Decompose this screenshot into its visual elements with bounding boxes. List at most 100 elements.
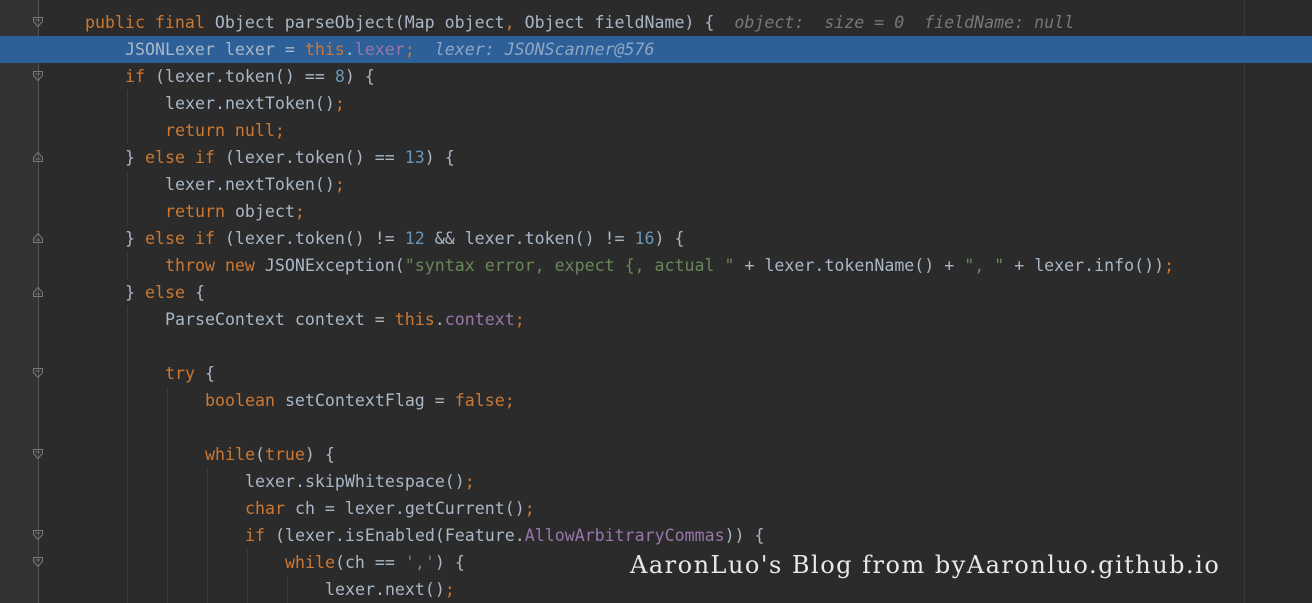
indent-guide: [127, 90, 128, 144]
code-token: )) {: [724, 526, 765, 545]
code-line[interactable]: return object;: [0, 198, 1312, 225]
code-token: ;: [334, 94, 345, 113]
code-text: return null;: [165, 117, 285, 144]
fold-expand-icon[interactable]: [33, 17, 43, 27]
code-token: .: [344, 40, 355, 59]
code-line[interactable]: [0, 414, 1312, 441]
code-token: throw new: [165, 256, 265, 275]
code-token: 12: [404, 229, 425, 248]
code-token: .: [434, 310, 445, 329]
code-line[interactable]: return null;: [0, 117, 1312, 144]
code-text: } else if (lexer.token() != 12 && lexer.…: [125, 225, 685, 252]
code-token: + lexer.tokenName() +: [734, 256, 965, 275]
fold-collapse-icon[interactable]: [33, 233, 43, 243]
code-token: ;: [404, 40, 415, 59]
code-token: }: [125, 229, 145, 248]
code-token: (lexer.isEnabled(Feature.: [274, 526, 525, 545]
code-token: ) {: [424, 148, 455, 167]
indent-guide: [127, 171, 128, 225]
indent-guide: [167, 387, 168, 603]
code-token: char: [245, 499, 295, 518]
code-token: else if: [144, 229, 225, 248]
code-token: ) {: [344, 67, 375, 86]
code-line[interactable]: } else if (lexer.token() != 12 && lexer.…: [0, 225, 1312, 252]
code-token: 16: [634, 229, 655, 248]
indent-guide: [287, 576, 288, 603]
code-token: try: [165, 364, 205, 383]
code-line[interactable]: boolean setContextFlag = false;: [0, 387, 1312, 414]
code-token: }: [125, 148, 145, 167]
code-token: + lexer.info()): [1004, 256, 1165, 275]
code-token: (lexer.token() !=: [224, 229, 405, 248]
code-line[interactable]: lexer.nextToken();: [0, 90, 1312, 117]
indent-guide: [247, 549, 248, 603]
code-token: ;: [334, 175, 345, 194]
code-token: else if: [144, 148, 225, 167]
code-token: {: [204, 364, 215, 383]
code-line[interactable]: } else {: [0, 279, 1312, 306]
code-token: AllowArbitraryCommas: [524, 526, 725, 545]
code-token: && lexer.token() !=: [424, 229, 635, 248]
code-line[interactable]: [0, 333, 1312, 360]
code-token: ,: [504, 13, 515, 32]
code-area[interactable]: public final Object parseObject(Map obje…: [0, 9, 1312, 603]
code-token: lexer: [354, 40, 405, 59]
code-line[interactable]: char ch = lexer.getCurrent();: [0, 495, 1312, 522]
code-line[interactable]: if (lexer.token() == 8) {: [0, 63, 1312, 90]
code-line[interactable]: throw new JSONException("syntax error, e…: [0, 252, 1312, 279]
code-text: if (lexer.isEnabled(Feature.AllowArbitra…: [245, 522, 765, 549]
code-token: ;: [514, 310, 525, 329]
code-token: (: [254, 445, 265, 464]
code-token: ) {: [434, 553, 465, 572]
code-line[interactable]: ParseContext context = this.context;: [0, 306, 1312, 333]
code-token: ;: [1164, 256, 1175, 275]
fold-expand-icon[interactable]: [33, 368, 43, 378]
code-token: if: [245, 526, 275, 545]
code-line[interactable]: if (lexer.isEnabled(Feature.AllowArbitra…: [0, 522, 1312, 549]
code-editor[interactable]: public final Object parseObject(Map obje…: [0, 0, 1312, 603]
code-line[interactable]: lexer.skipWhitespace();: [0, 468, 1312, 495]
fold-expand-icon[interactable]: [33, 530, 43, 540]
code-text: while(true) {: [205, 441, 335, 468]
code-token: while: [205, 445, 255, 464]
code-line[interactable]: lexer.nextToken();: [0, 171, 1312, 198]
code-token: ParseContext context =: [165, 310, 395, 329]
code-line[interactable]: public final Object parseObject(Map obje…: [0, 9, 1312, 36]
code-token: ;: [524, 499, 535, 518]
indent-guide: [127, 306, 128, 603]
code-token: lexer.skipWhitespace(): [245, 472, 465, 491]
code-text: } else if (lexer.token() == 13) {: [125, 144, 455, 171]
fold-expand-icon[interactable]: [33, 449, 43, 459]
code-token: public final: [85, 13, 215, 32]
code-token: lexer.next(): [325, 580, 445, 599]
code-line[interactable]: } else if (lexer.token() == 13) {: [0, 144, 1312, 171]
fold-collapse-icon[interactable]: [33, 152, 43, 162]
code-line-current[interactable]: JSONLexer lexer = this.lexer; lexer: JSO…: [0, 36, 1312, 63]
code-text: lexer.skipWhitespace();: [245, 468, 475, 495]
code-text: lexer.nextToken();: [165, 171, 345, 198]
code-token: object: [234, 202, 295, 221]
code-text: } else {: [125, 279, 205, 306]
code-token: true: [264, 445, 305, 464]
blog-watermark: AaronLuo's Blog from byAaronluo.github.i…: [630, 551, 1221, 579]
code-token: }: [125, 283, 145, 302]
code-token: ", ": [964, 256, 1005, 275]
fold-expand-icon[interactable]: [33, 71, 43, 81]
code-text: return object;: [165, 198, 305, 225]
code-line[interactable]: while(true) {: [0, 441, 1312, 468]
code-text: while(ch == ',') {: [285, 549, 465, 576]
code-token: Object parseObject(Map object: [214, 13, 505, 32]
code-text: boolean setContextFlag = false;: [205, 387, 515, 414]
indent-guide: [207, 468, 208, 603]
code-line[interactable]: try {: [0, 360, 1312, 387]
code-token: (lexer.token() ==: [154, 67, 335, 86]
code-token: else: [144, 283, 195, 302]
inline-debug-value: lexer: JSONScanner@576: [434, 40, 655, 59]
fold-collapse-icon[interactable]: [33, 287, 43, 297]
code-text: ParseContext context = this.context;: [165, 306, 525, 333]
code-line[interactable]: lexer.next();: [0, 576, 1312, 603]
fold-expand-icon[interactable]: [33, 557, 43, 567]
code-token: lexer.nextToken(): [165, 175, 335, 194]
code-token: ',': [404, 553, 435, 572]
code-token: if: [125, 67, 155, 86]
